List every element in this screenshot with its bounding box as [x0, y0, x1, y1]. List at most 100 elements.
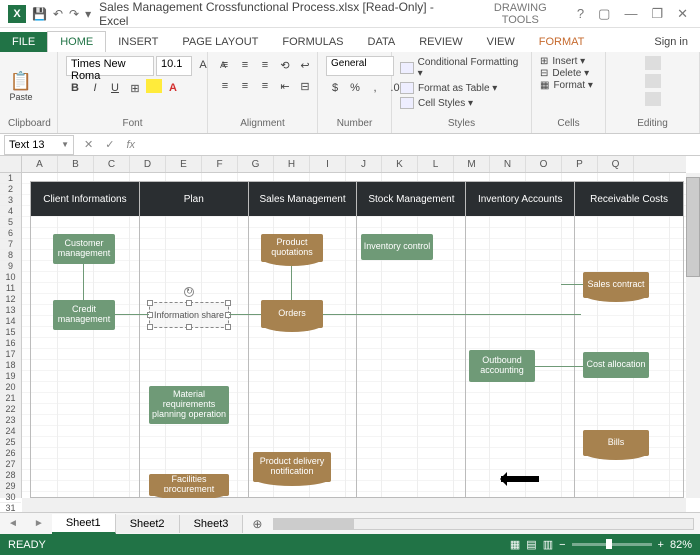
tab-view[interactable]: VIEW: [475, 32, 527, 52]
clear-icon[interactable]: [645, 92, 661, 106]
col-header-Q[interactable]: Q: [598, 156, 634, 172]
cell-grid[interactable]: Client InformationsPlanSales ManagementS…: [22, 173, 686, 498]
row-header-11[interactable]: 11: [0, 283, 21, 294]
font-color-button[interactable]: A: [164, 79, 182, 97]
paste-button[interactable]: 📋Paste: [8, 68, 34, 104]
row-header-15[interactable]: 15: [0, 327, 21, 338]
format-as-table-button[interactable]: Format as Table ▾: [400, 81, 497, 95]
col-header-O[interactable]: O: [526, 156, 562, 172]
tab-formulas[interactable]: FORMULAS: [270, 32, 355, 52]
col-header-I[interactable]: I: [310, 156, 346, 172]
shape-outbound-accounting[interactable]: Outbound accounting: [469, 350, 535, 382]
align-bottom-icon[interactable]: ≡: [256, 56, 274, 74]
row-header-9[interactable]: 9: [0, 261, 21, 272]
row-header-19[interactable]: 19: [0, 371, 21, 382]
tab-page-layout[interactable]: PAGE LAYOUT: [170, 32, 270, 52]
align-right-icon[interactable]: ≡: [256, 77, 274, 95]
font-size-select[interactable]: 10.1: [156, 56, 192, 76]
horizontal-scrollbar[interactable]: [22, 498, 686, 512]
col-header-G[interactable]: G: [238, 156, 274, 172]
shape-customer-management[interactable]: Customer management: [53, 234, 115, 264]
underline-button[interactable]: U: [106, 79, 124, 97]
zoom-slider[interactable]: [572, 543, 652, 546]
font-name-select[interactable]: Times New Roma: [66, 56, 154, 76]
sheet-tab-2[interactable]: Sheet2: [116, 515, 180, 533]
row-header-6[interactable]: 6: [0, 228, 21, 239]
borders-button[interactable]: ⊞: [126, 79, 144, 97]
col-header-K[interactable]: K: [382, 156, 418, 172]
col-header-A[interactable]: A: [22, 156, 58, 172]
merge-center-icon[interactable]: ⊟: [296, 77, 314, 95]
row-header-13[interactable]: 13: [0, 305, 21, 316]
col-header-D[interactable]: D: [130, 156, 166, 172]
row-header-25[interactable]: 25: [0, 437, 21, 448]
row-header-28[interactable]: 28: [0, 470, 21, 481]
cell-styles-button[interactable]: Cell Styles ▾: [400, 96, 473, 110]
tab-file[interactable]: FILE: [0, 32, 47, 52]
row-header-3[interactable]: 3: [0, 195, 21, 206]
tab-review[interactable]: REVIEW: [407, 32, 474, 52]
col-header-E[interactable]: E: [166, 156, 202, 172]
italic-button[interactable]: I: [86, 79, 104, 97]
shape-facilities-procurement[interactable]: Facilities procurement: [149, 474, 229, 496]
row-header-17[interactable]: 17: [0, 349, 21, 360]
zoom-out-button[interactable]: −: [559, 539, 565, 551]
row-header-24[interactable]: 24: [0, 426, 21, 437]
row-header-26[interactable]: 26: [0, 448, 21, 459]
col-header-L[interactable]: L: [418, 156, 454, 172]
arrow-annotation-icon[interactable]: [501, 476, 539, 482]
orientation-icon[interactable]: ⟲: [276, 56, 294, 74]
shape-information-share-selected[interactable]: Information share: [149, 302, 229, 328]
row-header-8[interactable]: 8: [0, 250, 21, 261]
formula-input[interactable]: [141, 136, 700, 154]
col-header-C[interactable]: C: [94, 156, 130, 172]
shape-cost-allocation[interactable]: Cost allocation: [583, 352, 649, 378]
sheet-tab-3[interactable]: Sheet3: [180, 515, 244, 533]
delete-cells-button[interactable]: ⊟Delete ▾: [540, 68, 589, 79]
horizontal-scroll-tabbar[interactable]: [273, 518, 694, 530]
row-header-4[interactable]: 4: [0, 206, 21, 217]
undo-icon[interactable]: ↶: [53, 7, 63, 21]
format-cells-button[interactable]: ▦Format ▾: [540, 80, 593, 91]
sheet-nav-prev-icon[interactable]: ◄: [0, 518, 26, 529]
align-left-icon[interactable]: ≡: [216, 77, 234, 95]
number-format-select[interactable]: General: [326, 56, 394, 76]
qat-more-icon[interactable]: ▾: [85, 7, 91, 21]
zoom-percent-label[interactable]: 82%: [670, 539, 692, 551]
row-header-14[interactable]: 14: [0, 316, 21, 327]
row-header-5[interactable]: 5: [0, 217, 21, 228]
row-header-21[interactable]: 21: [0, 393, 21, 404]
select-all-corner[interactable]: [0, 156, 22, 173]
col-header-N[interactable]: N: [490, 156, 526, 172]
tab-home[interactable]: HOME: [47, 31, 106, 52]
insert-cells-button[interactable]: ⊞Insert ▾: [540, 56, 585, 67]
vertical-scrollbar[interactable]: [686, 173, 700, 498]
row-header-18[interactable]: 18: [0, 360, 21, 371]
save-icon[interactable]: 💾: [32, 7, 47, 21]
align-center-icon[interactable]: ≡: [236, 77, 254, 95]
row-header-29[interactable]: 29: [0, 481, 21, 492]
row-header-10[interactable]: 10: [0, 272, 21, 283]
conditional-formatting-button[interactable]: Conditional Formatting ▾: [400, 56, 523, 80]
col-header-P[interactable]: P: [562, 156, 598, 172]
zoom-in-button[interactable]: +: [658, 539, 664, 551]
view-page-break-icon[interactable]: ▥: [543, 538, 553, 551]
col-header-H[interactable]: H: [274, 156, 310, 172]
col-header-F[interactable]: F: [202, 156, 238, 172]
shape-product-quotations[interactable]: Product quotations: [261, 234, 323, 262]
autosum-icon[interactable]: [645, 56, 661, 70]
view-page-layout-icon[interactable]: ▤: [526, 538, 536, 551]
row-header-2[interactable]: 2: [0, 184, 21, 195]
shape-bills[interactable]: Bills: [583, 430, 649, 456]
redo-icon[interactable]: ↷: [69, 7, 79, 21]
row-header-16[interactable]: 16: [0, 338, 21, 349]
shape-orders[interactable]: Orders: [261, 300, 323, 328]
fill-color-button[interactable]: [146, 79, 162, 93]
row-header-7[interactable]: 7: [0, 239, 21, 250]
sign-in-link[interactable]: Sign in: [642, 32, 700, 52]
shape-product-delivery-notification[interactable]: Product delivery notification: [253, 452, 331, 482]
sheet-nav-next-icon[interactable]: ►: [26, 518, 52, 529]
fill-icon[interactable]: [645, 74, 661, 88]
row-header-23[interactable]: 23: [0, 415, 21, 426]
name-box[interactable]: Text 13▼: [4, 135, 74, 155]
